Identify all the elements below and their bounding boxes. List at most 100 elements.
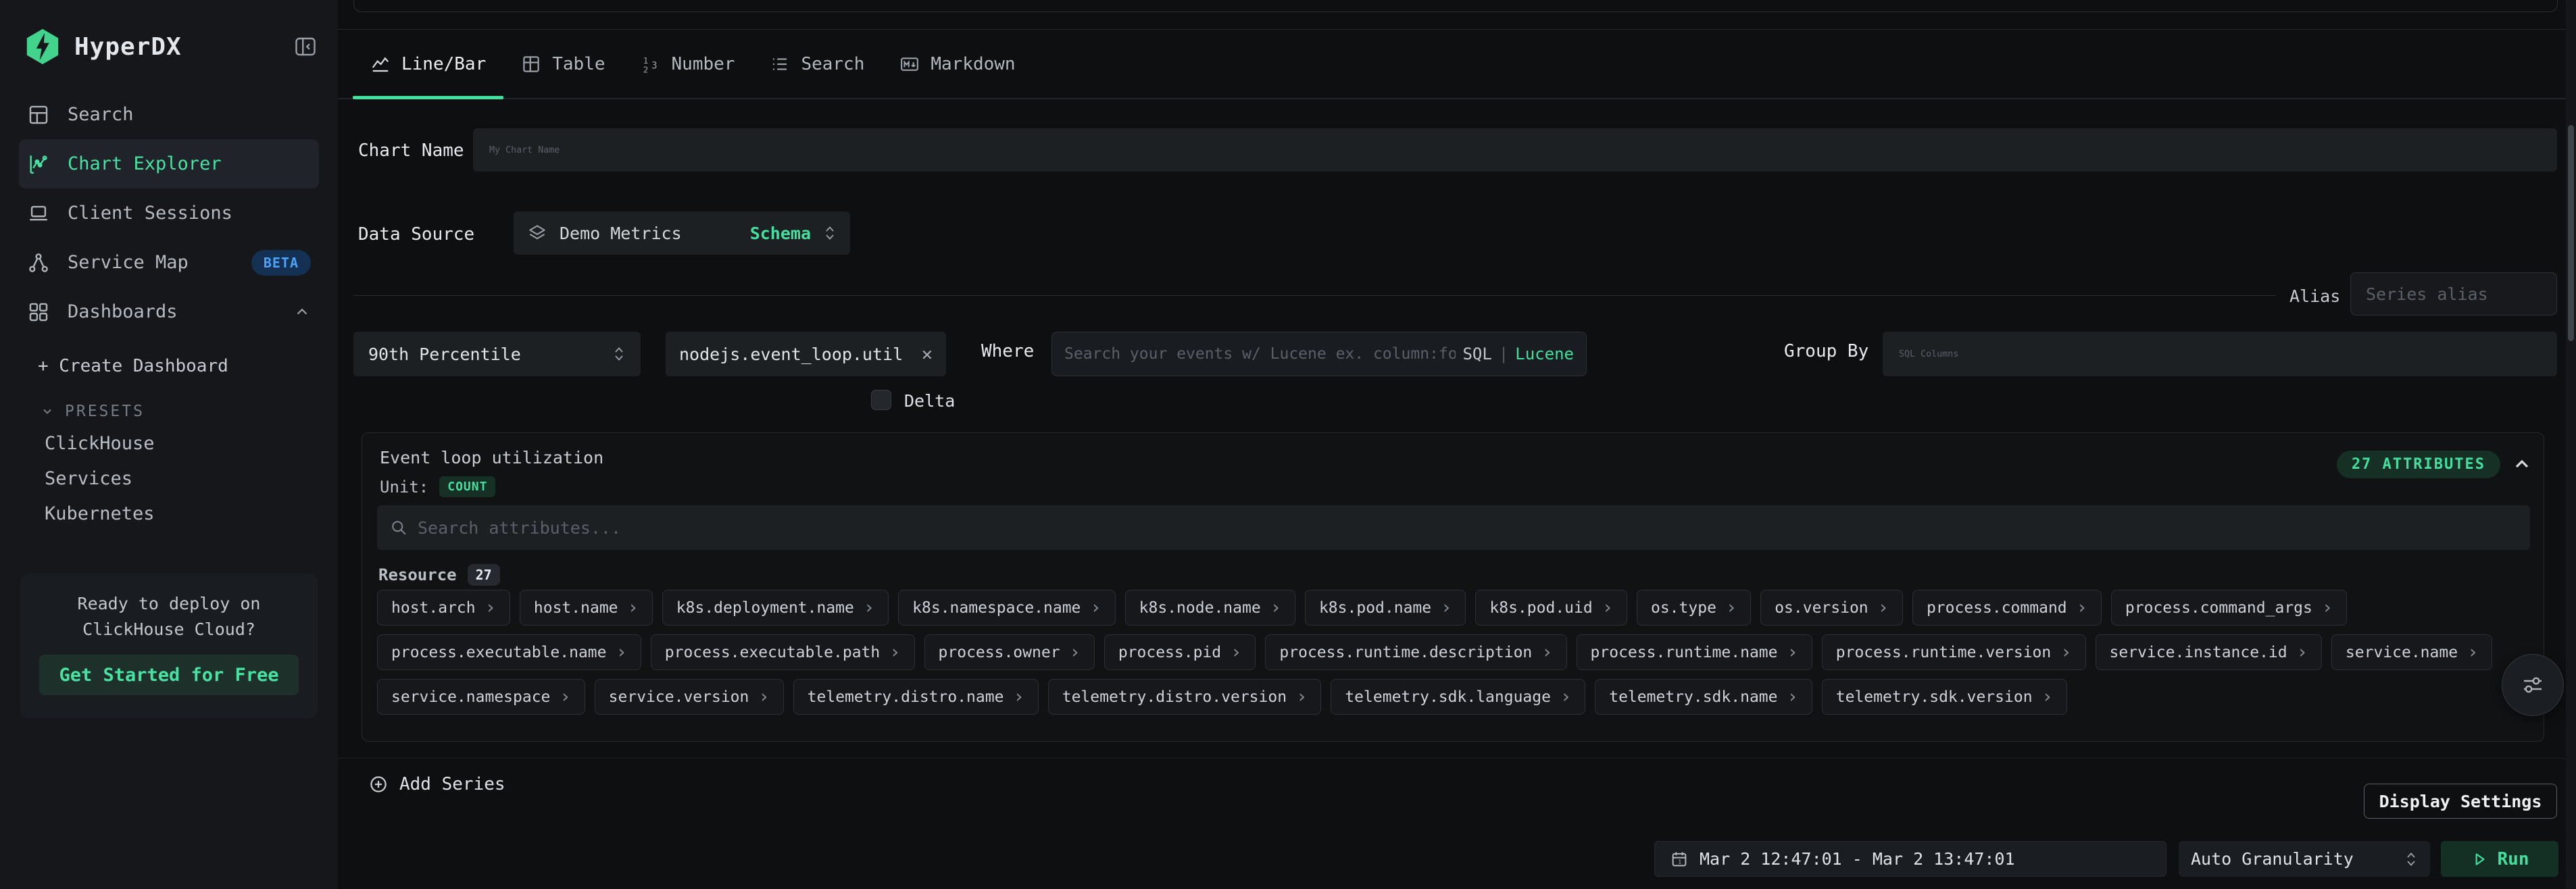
attribute-chip[interactable]: telemetry.sdk.language›: [1331, 679, 1585, 715]
line-bar-icon: [370, 54, 391, 74]
delta-checkbox[interactable]: [871, 390, 891, 410]
attribute-chip[interactable]: service.namespace›: [377, 679, 585, 715]
tab-number[interactable]: 123 Number: [623, 30, 753, 98]
presets-header[interactable]: PRESETS: [39, 403, 145, 420]
table-icon: [521, 54, 541, 74]
collapse-sidebar-icon[interactable]: [293, 34, 318, 59]
chevron-right-icon: ›: [1296, 688, 1307, 706]
scrolled-chart-container-edge: [353, 0, 2558, 12]
attribute-chip[interactable]: os.version›: [1760, 590, 1903, 626]
chart-name-label: Chart Name: [358, 141, 464, 161]
chart-explorer-icon: [27, 153, 50, 176]
aggregation-value: 90th Percentile: [368, 345, 521, 364]
language-toggle-divider: |: [1499, 345, 1508, 363]
alias-input[interactable]: [2366, 284, 2542, 304]
attribute-chip-label: service.name: [2346, 644, 2458, 661]
time-range-value: Mar 2 12:47:01 - Mar 2 13:47:01: [1700, 849, 2015, 869]
tab-search[interactable]: Search: [752, 30, 882, 98]
chevron-right-icon: ›: [2077, 599, 2087, 617]
preset-item-services[interactable]: Services: [45, 468, 132, 489]
sidebar-item-search[interactable]: Search: [0, 90, 338, 139]
attribute-chip-label: process.runtime.name: [1591, 644, 1778, 661]
select-caret-icon: [2404, 850, 2418, 868]
chevron-right-icon: ›: [758, 688, 769, 706]
group-by-input[interactable]: [1899, 349, 2541, 359]
attribute-chip[interactable]: process.runtime.description›: [1265, 634, 1566, 670]
attribute-chip[interactable]: process.runtime.name›: [1577, 634, 1812, 670]
scrollbar-thumb[interactable]: [2568, 125, 2574, 341]
remove-metric-icon[interactable]: ✕: [922, 344, 933, 365]
attribute-chip[interactable]: process.executable.name›: [377, 634, 641, 670]
chevron-right-icon: ›: [1878, 599, 1889, 617]
chevron-right-icon: ›: [889, 643, 900, 661]
search-nav-icon: [27, 103, 50, 126]
service-map-icon: [27, 251, 50, 274]
beta-badge: BETA: [251, 250, 311, 276]
preset-item-clickhouse[interactable]: ClickHouse: [45, 433, 155, 454]
aggregation-select[interactable]: 90th Percentile: [353, 332, 641, 376]
play-icon: [2471, 850, 2488, 868]
filter-settings-fab[interactable]: [2502, 654, 2564, 716]
sidebar-item-client-sessions[interactable]: Client Sessions: [0, 188, 338, 238]
attribute-chip[interactable]: k8s.node.name›: [1125, 590, 1295, 626]
metric-description: Event loop utilization: [380, 448, 603, 467]
sidebar-item-chart-explorer[interactable]: Chart Explorer: [19, 139, 319, 188]
attribute-chip[interactable]: process.command›: [1912, 590, 2102, 626]
create-dashboard-button[interactable]: + Create Dashboard: [38, 356, 228, 376]
attribute-chip-label: process.command_args: [2125, 599, 2312, 617]
where-search-input[interactable]: [1064, 345, 1456, 363]
unit-label: Unit:: [380, 478, 428, 497]
page-scrollbar[interactable]: [2566, 0, 2576, 889]
tab-label: Search: [801, 54, 864, 74]
where-field-box: SQL | Lucene: [1051, 332, 1587, 376]
attribute-chip[interactable]: os.type›: [1637, 590, 1751, 626]
attribute-chip[interactable]: k8s.namespace.name›: [898, 590, 1116, 626]
lucene-toggle[interactable]: Lucene: [1515, 345, 1574, 363]
get-started-button[interactable]: Get Started for Free: [39, 655, 299, 695]
attribute-chip[interactable]: telemetry.distro.version›: [1048, 679, 1322, 715]
chart-type-tabbar: Line/Bar Table 123 Number Search Markdow…: [338, 29, 2576, 99]
data-source-select[interactable]: Demo Metrics Schema: [514, 211, 850, 255]
tab-table[interactable]: Table: [503, 30, 622, 98]
attribute-chip[interactable]: service.name›: [2331, 634, 2492, 670]
attribute-chip[interactable]: telemetry.sdk.name›: [1595, 679, 1812, 715]
chart-name-input[interactable]: [489, 145, 2541, 155]
sql-toggle[interactable]: SQL: [1462, 345, 1491, 363]
attribute-chip[interactable]: process.runtime.version›: [1822, 634, 2086, 670]
chevron-right-icon: ›: [1602, 599, 1613, 617]
attribute-chip[interactable]: service.instance.id›: [2096, 634, 2322, 670]
metric-tag[interactable]: nodejs.event_loop.util ✕: [666, 332, 946, 376]
attribute-chip[interactable]: process.executable.path›: [651, 634, 915, 670]
attribute-chip[interactable]: process.owner›: [924, 634, 1095, 670]
tab-markdown[interactable]: Markdown: [882, 30, 1033, 98]
attribute-search-input[interactable]: [418, 518, 2518, 538]
attribute-chip[interactable]: telemetry.sdk.version›: [1822, 679, 2067, 715]
tab-line-bar[interactable]: Line/Bar: [353, 30, 503, 98]
granularity-select[interactable]: Auto Granularity: [2179, 841, 2430, 877]
schema-link[interactable]: Schema: [750, 224, 811, 243]
attribute-chip-row: service.namespace›service.version›teleme…: [377, 679, 2529, 715]
chevron-right-icon: ›: [1560, 688, 1571, 706]
attribute-chip[interactable]: host.name›: [520, 590, 653, 626]
chevron-up-icon[interactable]: [293, 303, 311, 321]
footer-divider: [338, 758, 2576, 759]
attribute-chip-label: k8s.namespace.name: [912, 599, 1081, 617]
time-range-picker[interactable]: 1 Mar 2 12:47:01 - Mar 2 13:47:01: [1654, 841, 2166, 877]
attribute-chip[interactable]: process.command_args›: [2111, 590, 2347, 626]
preset-item-kubernetes[interactable]: Kubernetes: [45, 503, 155, 524]
attribute-chip[interactable]: k8s.pod.uid›: [1475, 590, 1627, 626]
attribute-chip[interactable]: service.version›: [595, 679, 784, 715]
group-by-label: Group By: [1784, 341, 1868, 361]
attribute-chip[interactable]: host.arch›: [377, 590, 510, 626]
sidebar-item-service-map[interactable]: Service Map BETA: [0, 238, 338, 287]
group-by-field-box: [1883, 332, 2557, 376]
display-settings-button[interactable]: Display Settings: [2364, 784, 2557, 819]
attribute-chip[interactable]: process.pid›: [1104, 634, 1256, 670]
attribute-chip[interactable]: k8s.pod.name›: [1305, 590, 1466, 626]
run-button[interactable]: Run: [2441, 841, 2558, 877]
add-series-button[interactable]: Add Series: [368, 774, 505, 794]
sidebar-item-dashboards[interactable]: Dashboards: [0, 287, 338, 336]
attribute-chip[interactable]: k8s.deployment.name›: [662, 590, 889, 626]
collapse-panel-icon[interactable]: [2511, 453, 2533, 475]
attribute-chip[interactable]: telemetry.distro.name›: [793, 679, 1039, 715]
